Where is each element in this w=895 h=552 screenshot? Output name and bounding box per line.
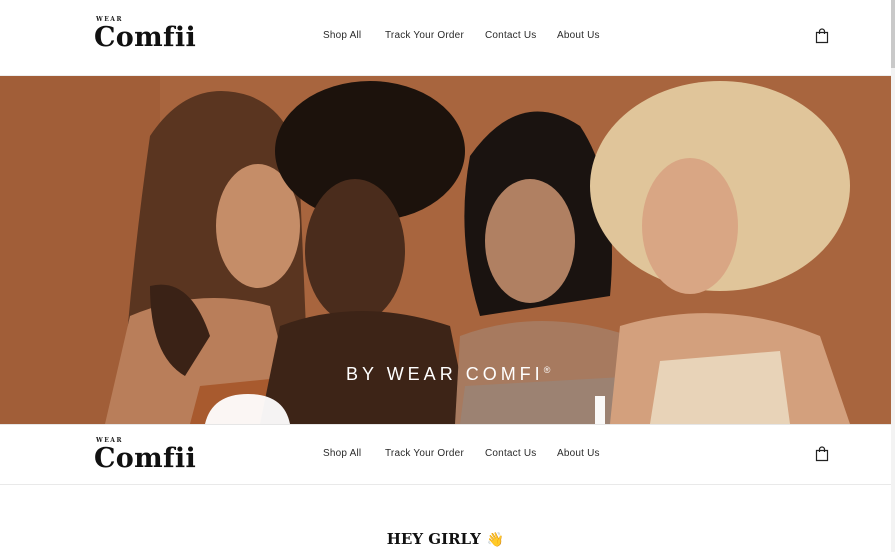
shopping-bag-icon <box>815 446 829 462</box>
greeting-text: HEY GIRLY <box>386 530 481 548</box>
hero-tagline: BY WEAR COMFI® <box>346 364 550 385</box>
logo-main-text: Comfii <box>94 22 196 53</box>
hero-tagline-text: BY WEAR COMFI <box>346 364 544 384</box>
waving-hand-icon: 👋 <box>486 532 505 548</box>
brand-logo[interactable]: WEAR Comfii <box>94 16 204 58</box>
brand-logo-sticky[interactable]: WEAR Comfii <box>94 437 204 479</box>
nav-shop-all[interactable]: Shop All <box>323 30 361 41</box>
section-heading: HEY GIRLY 👋 <box>0 530 891 548</box>
nav-contact-us[interactable]: Contact Us <box>485 448 536 459</box>
nav-about-us[interactable]: About Us <box>557 448 600 459</box>
nav-contact-us[interactable]: Contact Us <box>485 30 536 41</box>
nav-shop-all[interactable]: Shop All <box>323 448 361 459</box>
page-scrollbar[interactable] <box>891 0 895 552</box>
site-header: WEAR Comfii Shop All Track Your Order Co… <box>0 0 895 76</box>
cart-button[interactable] <box>815 28 829 44</box>
scrollbar-thumb[interactable] <box>891 0 895 68</box>
nav-about-us[interactable]: About Us <box>557 30 600 41</box>
registered-mark: ® <box>543 365 551 375</box>
nav-track-order[interactable]: Track Your Order <box>385 448 464 459</box>
nav-track-order[interactable]: Track Your Order <box>385 30 464 41</box>
logo-main-text: Comfii <box>94 443 196 474</box>
hero-banner: BY WEAR COMFI® <box>0 76 891 424</box>
cart-button-sticky[interactable] <box>815 446 829 462</box>
sticky-header: WEAR Comfii Shop All Track Your Order Co… <box>0 424 895 485</box>
shopping-bag-icon <box>815 28 829 44</box>
